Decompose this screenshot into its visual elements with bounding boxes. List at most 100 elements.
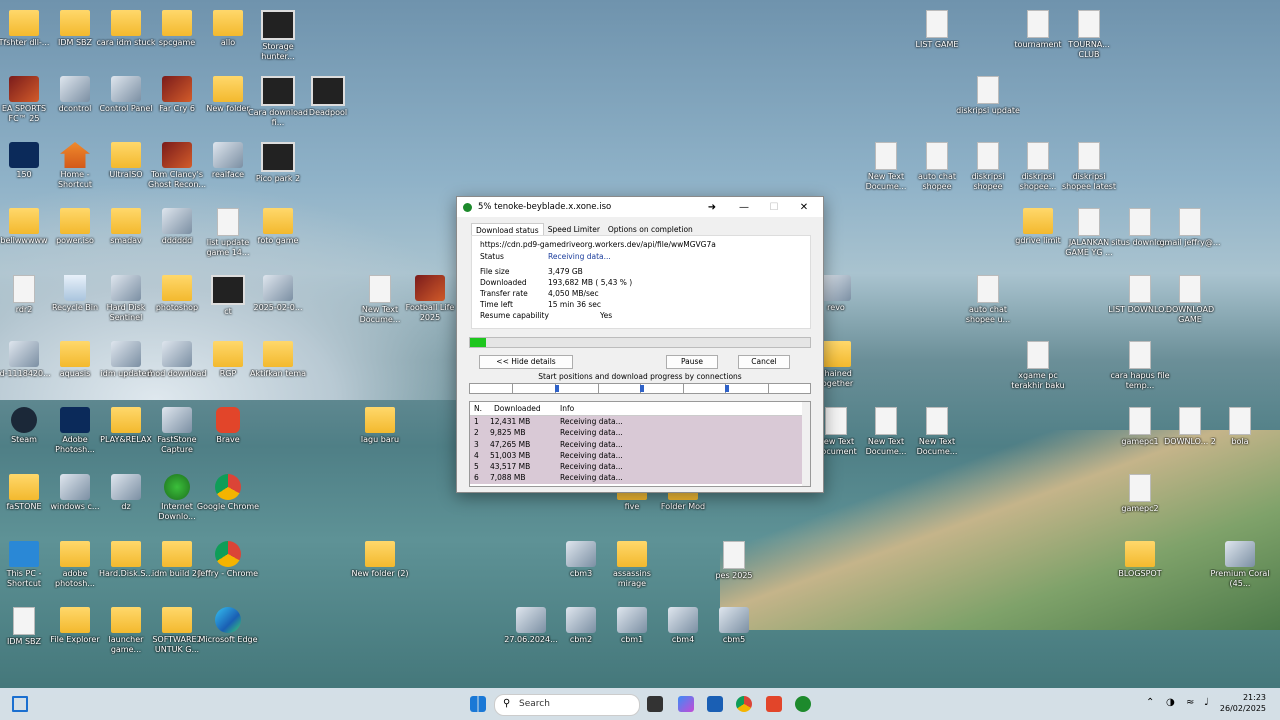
video-icon xyxy=(211,275,245,305)
taskbar-clock[interactable]: 21:23 26/02/2025 xyxy=(1220,692,1266,714)
file-size-label: File size xyxy=(480,267,510,276)
desktop-icon[interactable]: Football Life 2025 xyxy=(398,275,462,323)
transfer-rate-row: Transfer rate 4,050 MB/sec xyxy=(480,289,599,298)
cell-info: Receiving data... xyxy=(560,417,623,426)
desktop-icon[interactable]: Google Chrome xyxy=(196,474,260,512)
file-icon xyxy=(1078,10,1100,38)
transfer-rate-value: 4,050 MB/sec xyxy=(548,289,599,298)
game-icon xyxy=(415,275,445,301)
desktop-icon[interactable]: Aktifkan tema xyxy=(246,341,310,379)
folder-icon xyxy=(821,341,851,367)
desktop-icon[interactable]: TOURNA... CLUB xyxy=(1057,10,1121,60)
folder-icon xyxy=(162,275,192,301)
desktop-icon[interactable]: Storage hunter... xyxy=(246,10,310,62)
table-row[interactable]: 4 51,003 MB Receiving data... xyxy=(470,449,810,462)
taskbar-search[interactable]: ⚲ Search xyxy=(494,694,640,716)
desktop-icon-label: diskripsi update xyxy=(956,106,1020,115)
chrome-icon[interactable] xyxy=(736,696,752,712)
file-icon xyxy=(1129,275,1151,303)
file-icon xyxy=(1129,407,1151,435)
hide-details-button[interactable]: << Hide details xyxy=(479,355,573,369)
download-progress-bar xyxy=(469,337,811,348)
table-row[interactable]: 6 7,088 MB Receiving data... xyxy=(470,472,810,484)
file-icon xyxy=(926,407,948,435)
widgets-icon[interactable] xyxy=(12,696,28,712)
task-view-icon[interactable] xyxy=(647,696,663,712)
desktop-icon[interactable]: diskripsi shopee latest xyxy=(1057,142,1121,192)
header-n[interactable]: N. xyxy=(474,404,482,413)
table-row[interactable]: 5 43,517 MB Receiving data... xyxy=(470,461,810,473)
desktop-icon[interactable]: gmail jeffry@... xyxy=(1158,208,1222,248)
app-icon xyxy=(60,76,90,102)
desktop-icon-label: Aktifkan tema xyxy=(249,369,307,378)
desktop-icon[interactable]: lagu baru xyxy=(348,407,412,445)
chevron-up-icon[interactable]: ⌃ xyxy=(1146,697,1154,708)
idm-taskbar-icon[interactable] xyxy=(795,696,811,712)
desktop-icon[interactable]: bola xyxy=(1208,407,1272,447)
search-input[interactable]: Search xyxy=(519,699,550,709)
app-icon xyxy=(111,76,141,102)
desktop-icon[interactable]: Premium Coral (45... xyxy=(1208,541,1272,589)
desktop-icon[interactable]: 2025-02-0... xyxy=(246,275,310,313)
file-icon xyxy=(1179,275,1201,303)
folder-icon xyxy=(213,10,243,36)
folder-icon xyxy=(263,341,293,367)
copilot-icon[interactable] xyxy=(678,696,694,712)
desktop-icon[interactable]: LIST GAME xyxy=(905,10,969,50)
desktop-icon[interactable]: foto game xyxy=(246,208,310,246)
header-downloaded[interactable]: Downloaded xyxy=(494,404,541,413)
desktop-icon[interactable]: Pico park 2 xyxy=(246,142,310,184)
brave-icon[interactable] xyxy=(766,696,782,712)
desktop-icon[interactable]: DOWNLOAD GAME xyxy=(1158,275,1222,325)
header-info[interactable]: Info xyxy=(560,404,574,413)
folder-icon xyxy=(111,607,141,633)
minimize-button[interactable]: — xyxy=(729,197,759,217)
desktop-icon[interactable]: New Text Docume... xyxy=(905,407,969,457)
wifi-icon[interactable]: ≈ xyxy=(1186,697,1194,708)
desktop-icon[interactable]: diskripsi update xyxy=(956,76,1020,116)
connection-progress-marker xyxy=(555,385,559,392)
desktop-icon[interactable]: Deadpool xyxy=(296,76,360,118)
desktop-icon[interactable]: New folder (2) xyxy=(348,541,412,579)
desktop-icon[interactable]: xgame pc terakhir baku xyxy=(1006,341,1070,391)
desktop-icon[interactable]: cbm5 xyxy=(702,607,766,645)
desktop-icon[interactable]: pes 2025 xyxy=(702,541,766,581)
file-icon xyxy=(1229,407,1251,435)
psd-icon xyxy=(9,142,39,168)
cell-n: 2 xyxy=(474,428,479,438)
desktop-icon-label: LIST GAME xyxy=(915,40,959,49)
start-icon[interactable] xyxy=(470,696,486,712)
network-icon[interactable]: ◑ xyxy=(1166,697,1175,708)
store-icon[interactable] xyxy=(707,696,723,712)
desktop-icon[interactable]: assassins mirage xyxy=(600,541,664,589)
maximize-button[interactable]: ☐ xyxy=(759,197,789,217)
table-scrollbar[interactable] xyxy=(802,402,810,486)
cell-downloaded: 51,003 MB xyxy=(490,450,531,460)
table-row[interactable]: 3 47,265 MB Receiving data... xyxy=(470,438,810,450)
app-icon xyxy=(9,341,39,367)
cell-info: Receiving data... xyxy=(560,428,623,438)
pause-button[interactable]: Pause xyxy=(666,355,718,369)
desktop-icon[interactable]: cara hapus file temp... xyxy=(1108,341,1172,391)
desktop-icon[interactable]: Jeffry - Chrome xyxy=(196,541,260,579)
downloaded-value: 193,682 MB ( 5,43 % ) xyxy=(548,278,633,287)
desktop-icon-label: Folder Mod xyxy=(660,502,706,511)
desktop-icon-label: New folder (2) xyxy=(351,569,409,578)
desktop-icon-label: Jeffry - Chrome xyxy=(197,569,259,578)
table-row[interactable]: 2 9,825 MB Receiving data... xyxy=(470,427,810,439)
desktop-icon[interactable]: Microsoft Edge xyxy=(196,607,260,645)
cell-n: 5 xyxy=(474,462,479,472)
desktop-icon[interactable]: gamepc2 xyxy=(1108,474,1172,514)
close-button[interactable]: ✕ xyxy=(789,197,819,217)
desktop-icon[interactable]: BLOGSPOT xyxy=(1108,541,1172,579)
dialog-titlebar[interactable]: 5% tenoke-beyblade.x.xone.iso ➜ — ☐ ✕ xyxy=(457,197,823,217)
desktop-icon[interactable]: Brave xyxy=(196,407,260,445)
cancel-button[interactable]: Cancel xyxy=(738,355,790,369)
file-icon xyxy=(825,407,847,435)
volume-icon[interactable]: ♩ xyxy=(1204,697,1209,708)
desktop-icon[interactable]: auto chat shopee u... xyxy=(956,275,1020,325)
desktop-icon-label: auto chat shopee u... xyxy=(965,305,1011,324)
file-icon xyxy=(1078,208,1100,236)
table-row[interactable]: 1 12,431 MB Receiving data... xyxy=(470,416,810,428)
desktop-icon-label: cara hapus file temp... xyxy=(1110,371,1170,390)
